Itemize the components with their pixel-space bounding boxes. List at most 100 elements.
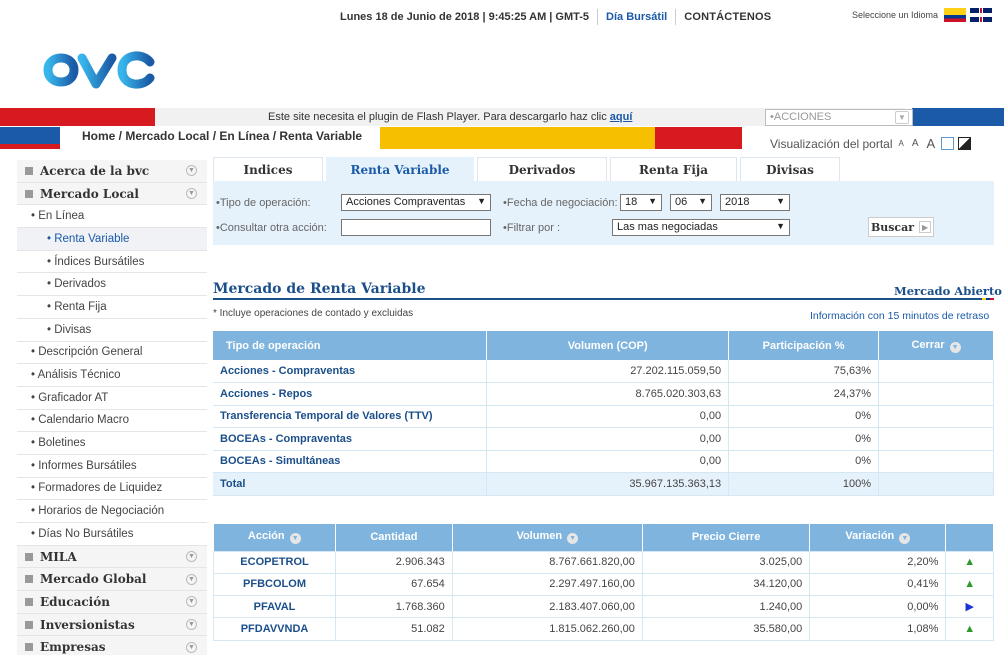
stocks-table: Acción ▼ Cantidad Volumen ▼ Precio Cierr… <box>212 524 994 641</box>
search-button[interactable]: Buscar ▶ <box>868 217 934 237</box>
tab[interactable]: Derivados <box>477 157 607 181</box>
operation-type-link[interactable]: BOCEAs - Compraventas <box>213 427 488 451</box>
month-select[interactable]: 06 ▼ <box>670 194 712 211</box>
sidebar-item[interactable]: Educación ▼ <box>17 591 207 614</box>
sidebar-item[interactable]: • Boletines <box>17 432 207 455</box>
search-button-label: Buscar <box>870 220 915 234</box>
font-medium-button[interactable]: A <box>912 138 919 149</box>
operation-type-link[interactable]: Total <box>213 472 488 496</box>
market-select-value: •ACCIONES <box>770 111 832 123</box>
sidebar-item[interactable]: • En Línea <box>17 205 207 229</box>
sidebar-item[interactable]: • Análisis Técnico <box>17 364 207 387</box>
price-cell: 34.120,00 <box>641 572 811 597</box>
sidebar-item[interactable]: • Índices Bursátiles <box>17 251 207 274</box>
up-triangle-icon: ▲ <box>945 550 994 574</box>
sidebar-item-label: MILA <box>40 549 77 564</box>
sidebar-item[interactable]: • Horarios de Negociación <box>17 500 207 523</box>
sort-variacion-header[interactable]: Variación ▼ <box>809 524 947 551</box>
expand-icon[interactable]: ▼ <box>186 188 197 200</box>
square-bullet-icon <box>25 166 33 175</box>
table-row: Acciones - Compraventas 27.202.115.059,50… <box>213 360 994 383</box>
year-select[interactable]: 2018 ▼ <box>720 194 790 211</box>
sidebar-item[interactable]: • Descripción General <box>17 342 207 365</box>
chevron-down-icon: ▼ <box>648 196 657 206</box>
volume-cell: 0,00 <box>486 450 730 473</box>
sidebar-item[interactable]: MILA ▼ <box>17 545 207 569</box>
sidebar-item-label: Inversionistas <box>40 617 135 632</box>
sidebar-item[interactable]: • Calendario Macro <box>17 410 207 433</box>
light-contrast-icon[interactable] <box>941 137 955 150</box>
expand-icon[interactable]: ▼ <box>186 165 197 177</box>
sort-accion-header[interactable]: Acción ▼ <box>213 524 337 551</box>
square-bullet-icon <box>25 620 33 629</box>
volume-cell: 35.967.135.363,13 <box>486 472 730 496</box>
sidebar-item-label: • Graficador AT <box>31 391 109 404</box>
stock-symbol-link[interactable]: ECOPETROL <box>212 550 337 574</box>
tab[interactable]: Divisas <box>740 157 840 181</box>
close-summary-button[interactable]: Cerrar ▼ <box>878 331 994 360</box>
sidebar-item-label: Mercado Global <box>40 572 147 587</box>
sidebar-item[interactable]: Inversionistas ▼ <box>17 613 207 637</box>
expand-icon[interactable]: ▼ <box>186 619 197 631</box>
tab[interactable]: Renta Fija <box>610 157 737 181</box>
sidebar-item[interactable]: • Formadores de Liquidez <box>17 478 207 501</box>
flash-download-link[interactable]: aquí <box>610 111 633 123</box>
language-label: Seleccione un Idioma <box>852 10 939 20</box>
operation-type-link[interactable]: BOCEAs - Simultáneas <box>213 450 488 473</box>
volume-cell: 8.765.020.303,63 <box>486 382 730 406</box>
sort-volumen-header[interactable]: Volumen ▼ <box>452 524 643 551</box>
stock-symbol-link[interactable]: PFBCOLOM <box>212 572 337 597</box>
expand-icon[interactable]: ▼ <box>186 596 197 608</box>
breadcrumb[interactable]: Home / Mercado Local / En Línea / Renta … <box>82 129 362 143</box>
font-small-button[interactable]: A <box>899 139 904 148</box>
font-large-button[interactable]: A <box>927 136 936 151</box>
tab[interactable]: Renta Variable <box>326 157 474 181</box>
day-status-link[interactable]: Día Bursátil <box>606 11 667 23</box>
stock-symbol-link[interactable]: PFDAVVNDA <box>212 617 337 641</box>
price-cell: 3.025,00 <box>641 550 811 574</box>
chevron-down-icon: ▼ <box>895 111 909 124</box>
expand-icon[interactable]: ▼ <box>186 551 197 563</box>
up-triangle-icon: ▲ <box>945 572 994 597</box>
stock-symbol-link[interactable]: PFAVAL <box>212 595 337 619</box>
sidebar-item[interactable]: Acerca de la bvc ▼ <box>17 160 207 183</box>
decorative-stripe <box>380 127 742 149</box>
sidebar-item[interactable]: • Divisas <box>17 319 207 342</box>
sidebar-item-label: • Divisas <box>47 323 92 336</box>
expand-icon[interactable]: ▼ <box>186 641 197 653</box>
operation-type-link[interactable]: Acciones - Repos <box>213 382 488 406</box>
sidebar-item[interactable]: • Días No Bursátiles <box>17 523 207 546</box>
delay-notice-link[interactable]: Información con 15 minutos de retraso <box>810 310 989 322</box>
table-row: BOCEAs - Compraventas 0,00 0% <box>213 427 994 451</box>
high-contrast-icon[interactable] <box>958 137 972 150</box>
market-select[interactable]: •ACCIONES ▼ <box>765 109 913 126</box>
filter-select[interactable]: Las mas negociadas ▼ <box>612 219 790 236</box>
day-value: 18 <box>625 196 638 208</box>
bvc-logo[interactable] <box>30 32 170 92</box>
sidebar-item[interactable]: Mercado Global ▼ <box>17 568 207 592</box>
sidebar-item-label: • Renta Variable <box>47 232 130 245</box>
market-note: * Incluye operaciones de contado y exclu… <box>213 308 414 319</box>
other-stock-input[interactable] <box>341 219 491 236</box>
day-select[interactable]: 18 ▼ <box>620 194 662 211</box>
sidebar-item[interactable]: Mercado Local ▼ <box>17 182 207 206</box>
uk-flag-icon[interactable] <box>970 8 993 22</box>
price-cell: 35.580,00 <box>641 617 811 641</box>
sidebar-item[interactable]: • Informes Bursátiles <box>17 455 207 478</box>
contact-link[interactable]: CONTÁCTENOS <box>684 11 771 23</box>
volume-cell: 27.202.115.059,50 <box>486 360 730 383</box>
colombia-flag-icon[interactable] <box>944 8 967 22</box>
operation-type-link[interactable]: Acciones - Compraventas <box>213 360 488 383</box>
expand-icon[interactable]: ▼ <box>186 573 197 585</box>
sidebar-item-label: • Calendario Macro <box>31 414 129 427</box>
tab[interactable]: Indices <box>213 157 323 181</box>
sidebar-item[interactable]: Empresas ▼ <box>17 636 207 655</box>
sidebar-item[interactable]: • Derivados <box>17 273 207 297</box>
operation-type-link[interactable]: Transferencia Temporal de Valores (TTV) <box>213 405 488 428</box>
operation-select[interactable]: Acciones Compraventas ▼ <box>341 194 491 211</box>
volume-cell: 0,00 <box>486 427 730 451</box>
sidebar-item-label: Mercado Local <box>40 186 139 201</box>
sidebar-item[interactable]: • Graficador AT <box>17 387 207 410</box>
sidebar-item[interactable]: • Renta Fija <box>17 296 207 319</box>
sidebar-item[interactable]: • Renta Variable <box>17 228 207 251</box>
